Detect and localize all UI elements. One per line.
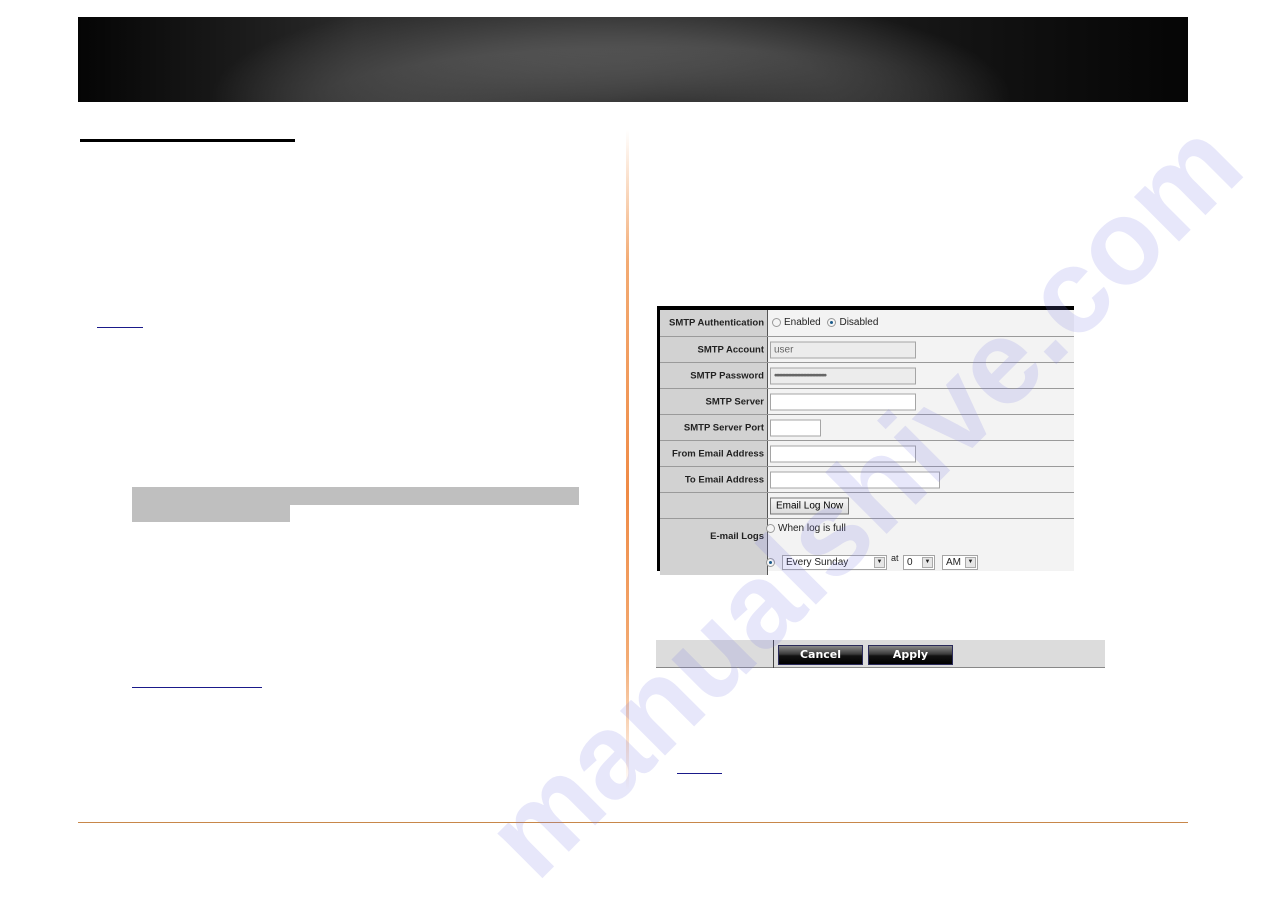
smtp-server-row: SMTP Server: [660, 389, 1074, 415]
to-email-input[interactable]: [770, 471, 940, 488]
field-label: From Email Address: [660, 441, 768, 466]
smtp-password-input[interactable]: [770, 367, 916, 384]
radio-label: Enabled: [784, 317, 821, 328]
smtp-password-row: SMTP Password: [660, 363, 1074, 389]
radio-when-log-full[interactable]: [766, 524, 775, 533]
chevron-down-icon[interactable]: ▼: [874, 557, 885, 568]
smtp-account-row: SMTP Account: [660, 337, 1074, 363]
smtp-account-input[interactable]: [770, 341, 916, 358]
chevron-down-icon[interactable]: ▼: [965, 557, 976, 568]
radio-label: Disabled: [839, 317, 879, 328]
footer-rule: [78, 822, 1188, 823]
page-link[interactable]: [97, 327, 143, 328]
at-label: at: [891, 553, 899, 563]
email-log-now-button[interactable]: Email Log Now: [770, 497, 850, 514]
smtp-authentication-row: SMTP Authentication Enabled Disabled: [660, 310, 1074, 337]
ampm-select[interactable]: AM ▼: [942, 555, 978, 570]
radio-enabled[interactable]: [772, 318, 781, 327]
from-email-row: From Email Address: [660, 441, 1074, 467]
day-select-value: Every Sunday: [786, 557, 849, 568]
hour-select[interactable]: 0 ▼: [903, 555, 935, 570]
column-divider: [626, 130, 629, 790]
note-box: [132, 487, 579, 505]
field-label: SMTP Server Port: [660, 415, 768, 440]
field-label: To Email Address: [660, 467, 768, 492]
header-banner: [78, 17, 1188, 102]
from-email-input[interactable]: [770, 445, 916, 462]
page-link[interactable]: [132, 687, 262, 688]
field-label: SMTP Authentication: [660, 310, 768, 336]
field-label: E-mail Logs: [660, 519, 768, 575]
action-bar: Cancel Apply: [656, 640, 1105, 668]
field-label: SMTP Server: [660, 389, 768, 414]
email-log-now-row: Email Log Now: [660, 493, 1074, 519]
ampm-select-value: AM: [946, 557, 961, 568]
smtp-server-input[interactable]: [770, 393, 916, 410]
apply-button[interactable]: Apply: [868, 645, 953, 665]
email-settings-form: SMTP Authentication Enabled Disabled SMT…: [657, 306, 1074, 575]
action-bar-separator: [773, 640, 774, 668]
to-email-row: To Email Address: [660, 467, 1074, 493]
cancel-button[interactable]: Cancel: [778, 645, 863, 665]
hour-select-value: 0: [907, 557, 913, 568]
field-label: SMTP Password: [660, 363, 768, 388]
note-box-continued: [132, 505, 290, 522]
page-link[interactable]: [677, 773, 722, 774]
field-label: SMTP Account: [660, 337, 768, 362]
day-select[interactable]: Every Sunday ▼: [782, 555, 887, 570]
smtp-server-port-row: SMTP Server Port: [660, 415, 1074, 441]
radio-label: When log is full: [778, 523, 846, 534]
email-logs-row: E-mail Logs When log is full Every Sunda…: [660, 519, 1074, 575]
field-label: [660, 493, 768, 518]
radio-schedule[interactable]: [766, 558, 775, 567]
chevron-down-icon[interactable]: ▼: [922, 557, 933, 568]
smtp-server-port-input[interactable]: [770, 419, 821, 436]
section-title-underline: [80, 139, 295, 142]
radio-disabled[interactable]: [827, 318, 837, 327]
